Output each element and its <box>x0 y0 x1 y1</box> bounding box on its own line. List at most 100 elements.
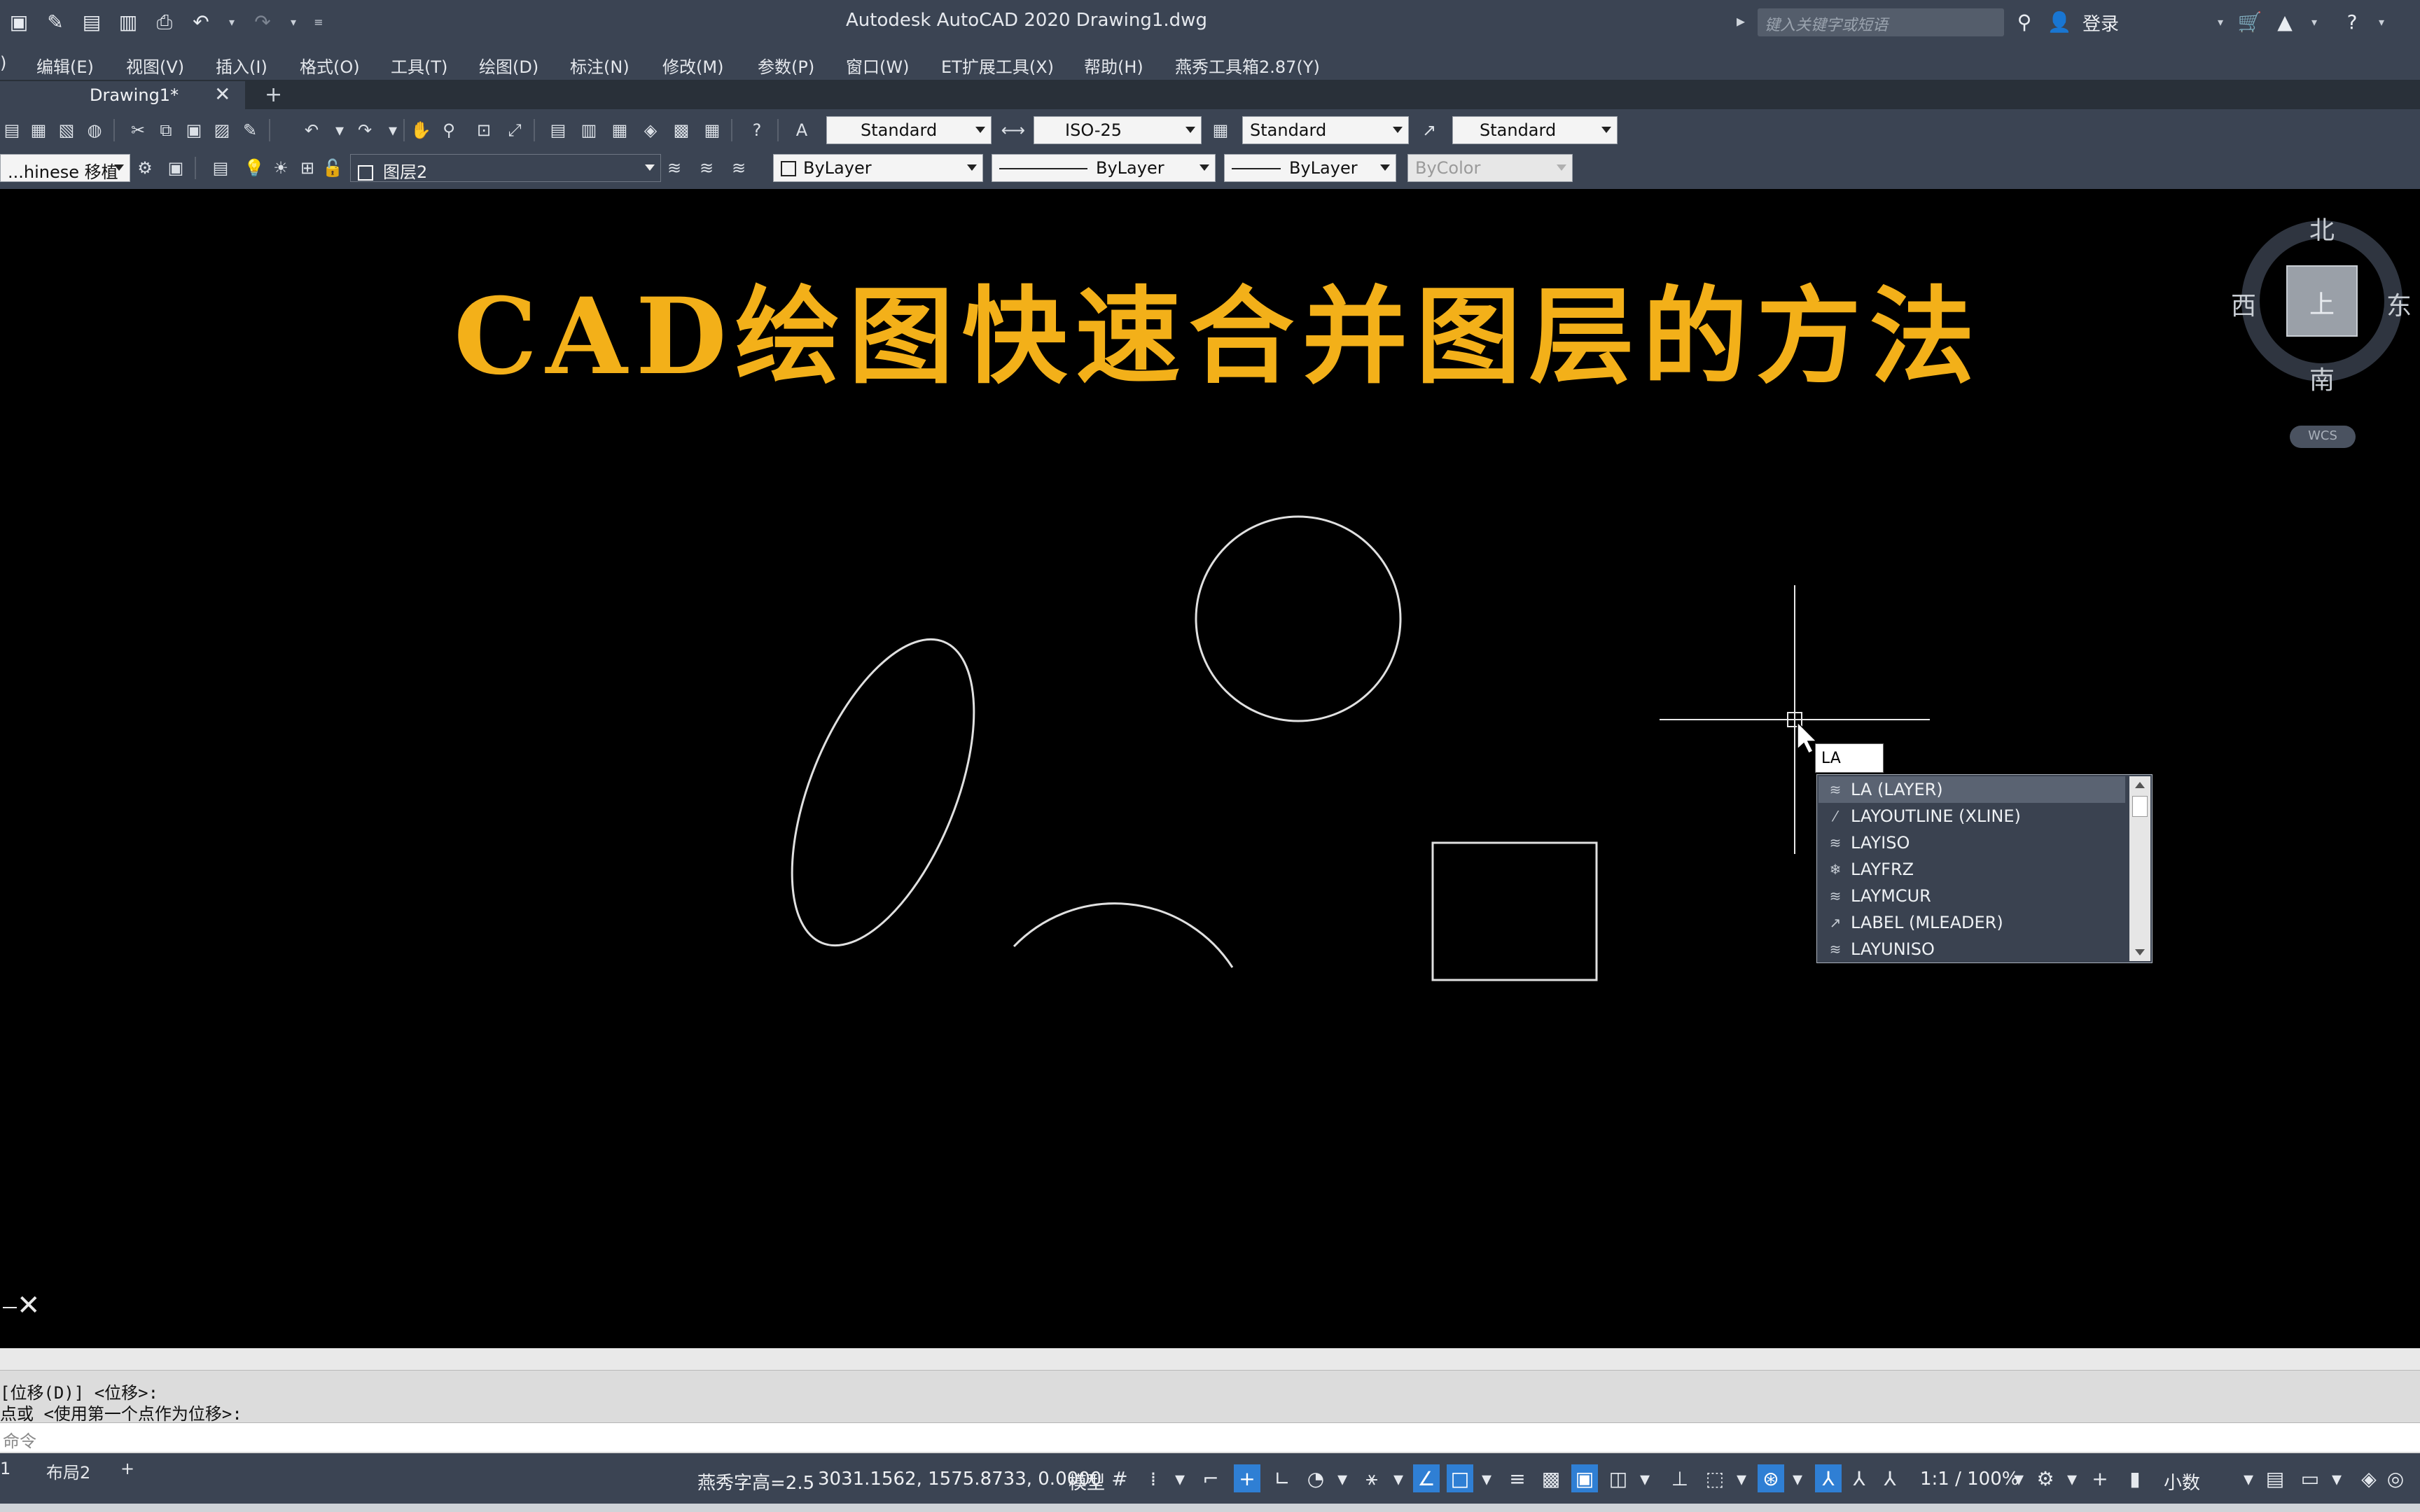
new-icon[interactable]: ▤ <box>1 120 22 141</box>
lock-ui-dropdown-icon[interactable]: ▾ <box>2323 1464 2350 1492</box>
snap-dropdown-icon[interactable]: ▾ <box>1167 1464 1193 1492</box>
autodesk-dropdown-icon[interactable]: ▾ <box>2308 10 2321 34</box>
workspace-settings-icon[interactable]: ▣ <box>165 158 186 178</box>
command-window-header[interactable] <box>0 1348 2420 1371</box>
text-style-icon[interactable]: A <box>791 120 812 141</box>
autocomplete-item[interactable]: ↗ LABEL (MLEADER) <box>1819 909 2125 936</box>
infer-constraints-icon[interactable]: ⌐ <box>1197 1464 1224 1492</box>
menu-clipped[interactable]: ) <box>0 53 6 73</box>
paste-icon[interactable]: ▣ <box>183 120 204 141</box>
mleader-style-icon[interactable]: ↗ <box>1419 120 1440 141</box>
drawing-canvas[interactable] <box>0 189 2420 1348</box>
search-expand-icon[interactable]: ▸ <box>1737 11 1745 31</box>
menu-modify[interactable]: 修改(M) <box>662 53 723 78</box>
menu-window[interactable]: 窗口(W) <box>846 53 909 78</box>
annotation-monitor-icon[interactable]: + <box>2087 1464 2113 1492</box>
object-snap-dropdown-icon[interactable]: ▾ <box>1473 1464 1500 1492</box>
brush-icon[interactable]: ✎ <box>239 120 260 141</box>
text-style-select[interactable]: Standard <box>826 116 992 144</box>
undo-icon[interactable]: ↶ <box>301 120 322 141</box>
viewcube[interactable]: 北 南 东 西 上 <box>2231 210 2413 395</box>
drawing-area[interactable]: CAD绘图快速合并图层的方法 北 南 东 西 上 WCS LA ≋ LA (LAY… <box>0 189 2420 1348</box>
lineweight-icon[interactable]: ≡ <box>1504 1464 1531 1492</box>
cart-icon[interactable]: 🛒 <box>2238 10 2262 34</box>
annotation-scale-icon[interactable]: ⅄ <box>1877 1464 1903 1492</box>
command-input[interactable]: 命令 <box>0 1422 2420 1452</box>
autocomplete-item[interactable]: ≋ LAYUNISO <box>1819 936 2125 962</box>
layer-previous-icon[interactable]: ≋ <box>696 158 717 178</box>
calculator-icon[interactable]: ▦ <box>702 120 723 141</box>
properties-icon[interactable]: ▤ <box>548 120 569 141</box>
dynamic-ucs-icon[interactable]: ⊥ <box>1667 1464 1693 1492</box>
dynamic-input-field[interactable]: LA <box>1815 743 1884 773</box>
auto-scale-icon[interactable]: ⅄ <box>1846 1464 1872 1492</box>
binoculars-icon[interactable]: ⚲ <box>2012 10 2036 34</box>
close-icon[interactable]: ✕ <box>214 83 230 106</box>
zoom-window-icon[interactable]: ⊡ <box>473 120 494 141</box>
redo-dropdown-icon[interactable]: ▾ <box>287 10 300 34</box>
scroll-down-icon[interactable] <box>2135 949 2145 955</box>
tool-palettes-icon[interactable]: ▦ <box>609 120 630 141</box>
login-label[interactable]: 登录 <box>2082 10 2119 36</box>
gear-icon[interactable]: ⚙ <box>134 158 155 178</box>
viewcube-top-face[interactable]: 上 <box>2309 284 2335 321</box>
autocomplete-item[interactable]: ⁄ LAYOUTLINE (XLINE) <box>1819 803 2125 830</box>
lineweight-select[interactable]: ByLayer <box>1224 154 1396 182</box>
menu-yanxiu-toolbox[interactable]: 燕秀工具箱2.87(Y) <box>1175 53 1320 78</box>
sheet-set-icon[interactable]: ◈ <box>640 120 661 141</box>
menu-format[interactable]: 格式(O) <box>300 53 360 78</box>
gear-icon[interactable]: ⚙ <box>2032 1464 2059 1492</box>
mleader-style-select[interactable]: Standard <box>1452 116 1618 144</box>
open-icon[interactable]: ▤ <box>80 10 104 34</box>
help-icon[interactable]: ? <box>2340 10 2364 34</box>
isodraft-icon[interactable]: ⚹ <box>1358 1464 1385 1492</box>
autocomplete-scrollbar[interactable] <box>2129 776 2150 961</box>
undo-icon[interactable]: ↶ <box>189 10 213 34</box>
table-style-icon[interactable]: ▦ <box>1210 120 1231 141</box>
gizmo-dropdown-icon[interactable]: ▾ <box>1784 1464 1811 1492</box>
help-dropdown-icon[interactable]: ▾ <box>2375 10 2388 34</box>
dim-style-icon[interactable]: ⟷ <box>1001 120 1025 141</box>
workspace-dropdown-icon[interactable]: ▾ <box>2059 1464 2085 1492</box>
new-tab-button[interactable]: + <box>265 83 282 107</box>
add-layout-button[interactable]: + <box>120 1459 134 1478</box>
menu-parametric[interactable]: 参数(P) <box>758 53 814 78</box>
save-icon[interactable]: ▣ <box>7 10 31 34</box>
scroll-thumb[interactable] <box>2132 796 2148 817</box>
polar-dropdown-icon[interactable]: ▾ <box>1329 1464 1356 1492</box>
polar-icon[interactable]: ◔ <box>1302 1464 1329 1492</box>
selection-filter-dropdown-icon[interactable]: ▾ <box>1728 1464 1755 1492</box>
pan-icon[interactable]: ✋ <box>410 120 431 141</box>
lock-ui-icon[interactable]: ▭ <box>2297 1464 2323 1492</box>
autocomplete-item[interactable]: ≋ LAYMCUR <box>1819 883 2125 909</box>
3d-object-snap-icon[interactable]: ◫ <box>1605 1464 1632 1492</box>
tab-layout2[interactable]: 布局2 <box>46 1459 90 1483</box>
units-icon[interactable]: ▮ <box>2122 1464 2148 1492</box>
export-icon[interactable]: ▥ <box>116 10 140 34</box>
menu-dimension[interactable]: 标注(N) <box>570 53 630 78</box>
search-input[interactable]: 键入关键字或短语 <box>1758 8 2004 36</box>
design-center-icon[interactable]: ▥ <box>578 120 599 141</box>
redo-icon[interactable]: ↷ <box>354 120 375 141</box>
menu-help[interactable]: 帮助(H) <box>1084 53 1143 78</box>
gizmo-icon[interactable]: ⊛ <box>1758 1464 1784 1492</box>
hardware-acceleration-icon[interactable]: ◎ <box>2382 1464 2409 1492</box>
object-snap-tracking-icon[interactable]: ∠ <box>1413 1464 1440 1492</box>
table-style-select[interactable]: Standard <box>1242 116 1409 144</box>
redo-dropdown-icon[interactable]: ▾ <box>382 120 403 141</box>
cut-icon[interactable]: ✂ <box>127 120 148 141</box>
compass-west[interactable]: 西 <box>2231 286 2256 322</box>
model-space-toggle[interactable]: 模型 <box>1069 1469 1105 1494</box>
arc-entity[interactable] <box>1013 902 1234 968</box>
layer-states-icon[interactable]: ≋ <box>728 158 749 178</box>
object-snap-icon[interactable]: □ <box>1447 1464 1473 1492</box>
zoom-previous-icon[interactable]: ⤢ <box>504 120 525 141</box>
selection-filter-icon[interactable]: ⬚ <box>1702 1464 1728 1492</box>
annotation-visibility-icon[interactable]: ⅄ <box>1815 1464 1842 1492</box>
menu-edit[interactable]: 编辑(E) <box>36 53 94 78</box>
linetype-select[interactable]: ByLayer <box>992 154 1216 182</box>
save-as-icon[interactable]: ✎ <box>43 10 67 34</box>
ucs-close-icon[interactable]: ⎯✕ <box>3 1289 41 1322</box>
login-dropdown-icon[interactable]: ▾ <box>2214 10 2227 34</box>
help-icon[interactable]: ? <box>746 120 767 141</box>
